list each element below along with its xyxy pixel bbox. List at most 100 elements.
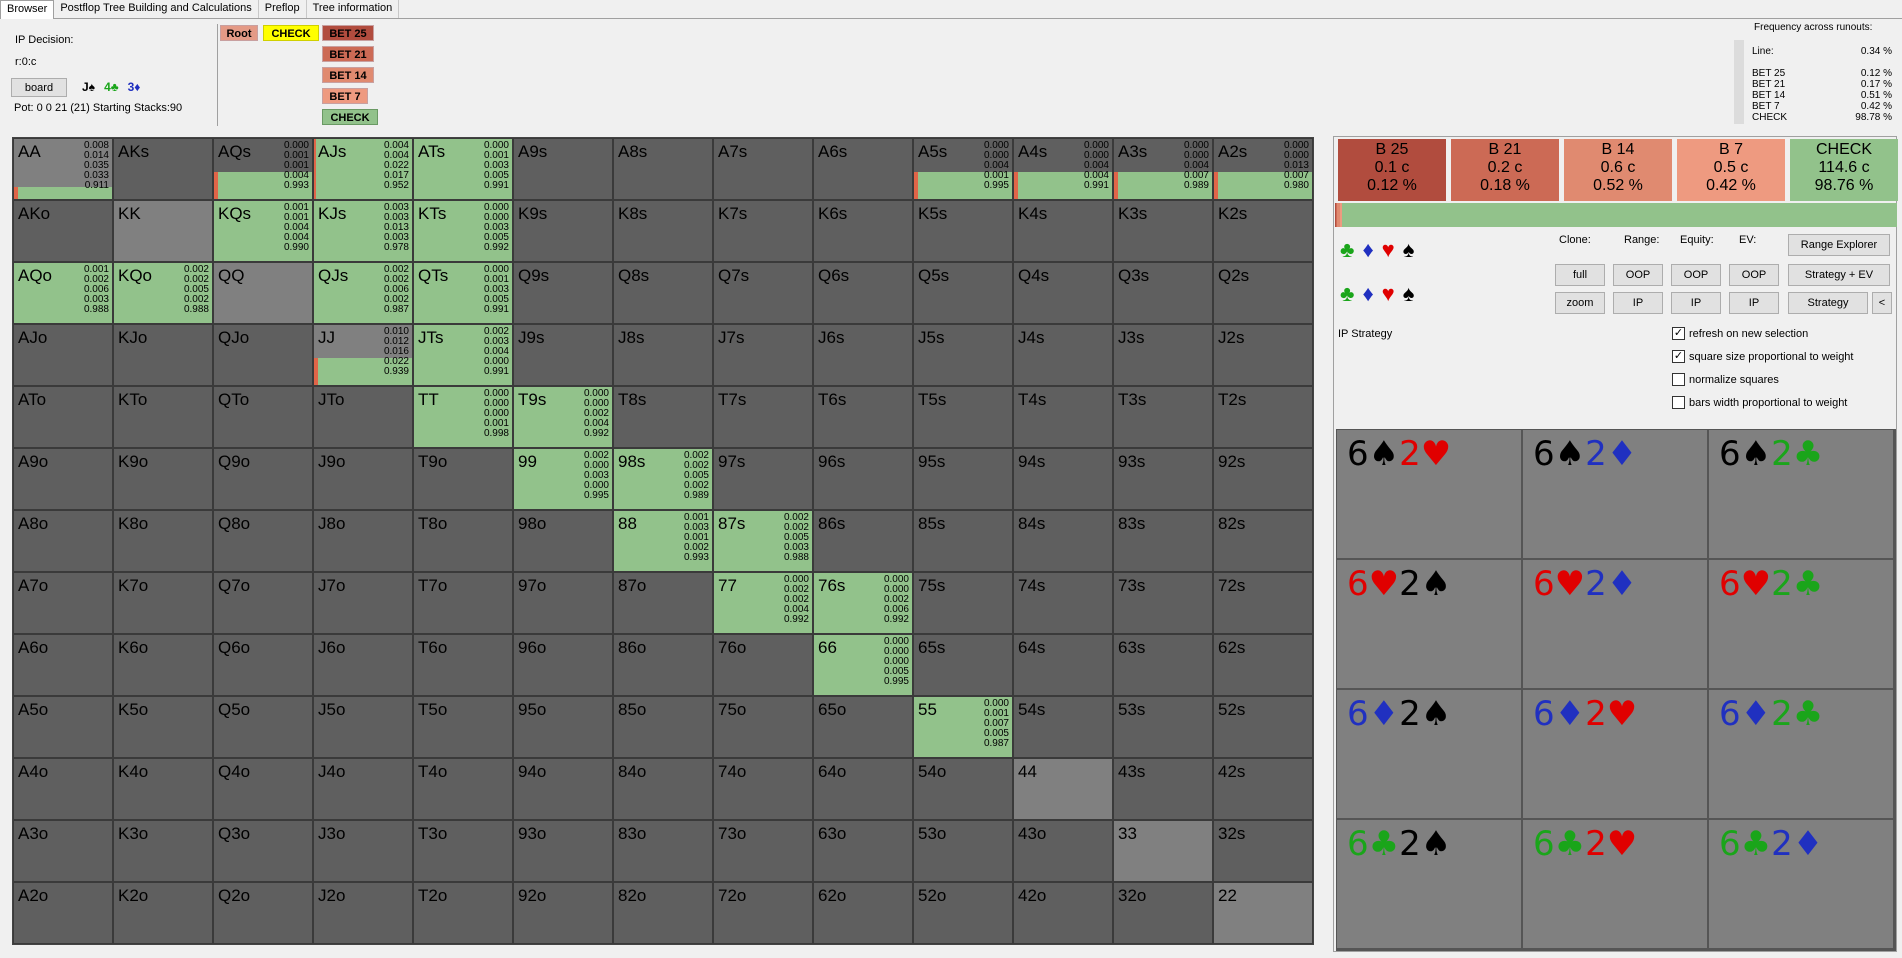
hand-cell[interactable]: KJo bbox=[113, 324, 213, 386]
hand-cell[interactable]: Q6s bbox=[813, 262, 913, 324]
normalize-checkbox[interactable]: normalize squares bbox=[1672, 373, 1779, 386]
tree-node-root[interactable]: Root bbox=[220, 25, 258, 41]
hand-cell[interactable]: 65s bbox=[913, 634, 1013, 696]
hand-cell[interactable]: 62s bbox=[1213, 634, 1313, 696]
tab-tree-information[interactable]: Tree information bbox=[307, 0, 400, 18]
tree-node-check[interactable]: CHECK bbox=[263, 25, 319, 41]
hand-cell[interactable]: K5o bbox=[113, 696, 213, 758]
hand-cell[interactable]: K3o bbox=[113, 820, 213, 882]
heart-icon[interactable]: ♥ bbox=[1382, 237, 1395, 263]
hand-cell[interactable]: 63o bbox=[813, 820, 913, 882]
hand-cell[interactable]: AQs 0.000 0.001 0.001 0.004 0.993 bbox=[213, 138, 313, 200]
hand-cell[interactable]: 86o bbox=[613, 634, 713, 696]
refresh-checkbox[interactable]: ✓ refresh on new selection bbox=[1672, 327, 1808, 340]
ev-oop-button[interactable]: OOP bbox=[1729, 264, 1779, 286]
action-box-bet-7[interactable]: B 7 0.5 c 0.42 % bbox=[1677, 139, 1785, 201]
checkbox-checked[interactable]: ✓ bbox=[1672, 350, 1685, 363]
hand-cell[interactable]: 85s bbox=[913, 510, 1013, 572]
hand-cell[interactable]: K9s bbox=[513, 200, 613, 262]
hand-cell[interactable]: T5o bbox=[413, 696, 513, 758]
action-box-bet-21[interactable]: B 21 0.2 c 0.18 % bbox=[1451, 139, 1559, 201]
hand-cell[interactable]: KTo bbox=[113, 386, 213, 448]
hand-cell[interactable]: T5s bbox=[913, 386, 1013, 448]
hand-cell[interactable]: J4s bbox=[1013, 324, 1113, 386]
hand-cell[interactable]: A6s bbox=[813, 138, 913, 200]
clone-full-button[interactable]: full bbox=[1555, 264, 1605, 286]
hand-cell[interactable]: A6o bbox=[13, 634, 113, 696]
ev-ip-button[interactable]: IP bbox=[1729, 292, 1779, 314]
hand-cell[interactable]: 75o bbox=[713, 696, 813, 758]
hand-cell[interactable]: 73o bbox=[713, 820, 813, 882]
tree-node-bet-21[interactable]: BET 21 bbox=[322, 46, 374, 62]
hand-cell[interactable]: 73s bbox=[1113, 572, 1213, 634]
hand-cell[interactable]: TT 0.000 0.000 0.000 0.001 0.998 bbox=[413, 386, 513, 448]
hand-cell[interactable]: AQo 0.001 0.002 0.006 0.003 0.988 bbox=[13, 262, 113, 324]
hand-cell[interactable]: J5s bbox=[913, 324, 1013, 386]
hand-cell[interactable]: Q9o bbox=[213, 448, 313, 510]
spade-icon[interactable]: ♠ bbox=[1403, 281, 1415, 307]
hand-cell[interactable]: T8o bbox=[413, 510, 513, 572]
checkbox-unchecked[interactable] bbox=[1672, 373, 1685, 386]
hand-cell[interactable]: K4s bbox=[1013, 200, 1113, 262]
hand-cell[interactable]: J5o bbox=[313, 696, 413, 758]
combo-cell[interactable]: 6♦2♠ bbox=[1336, 689, 1522, 819]
hand-cell[interactable]: 83o bbox=[613, 820, 713, 882]
hand-cell[interactable]: QJs 0.002 0.002 0.006 0.002 0.987 bbox=[313, 262, 413, 324]
hand-cell[interactable]: A5o bbox=[13, 696, 113, 758]
hand-cell[interactable]: J8o bbox=[313, 510, 413, 572]
hand-cell[interactable]: J2s bbox=[1213, 324, 1313, 386]
hand-cell[interactable]: AJs 0.004 0.004 0.022 0.017 0.952 bbox=[313, 138, 413, 200]
hand-cell[interactable]: K4o bbox=[113, 758, 213, 820]
hand-cell[interactable]: 87o bbox=[613, 572, 713, 634]
hand-cell[interactable]: KK bbox=[113, 200, 213, 262]
hand-cell[interactable]: 64o bbox=[813, 758, 913, 820]
hand-cell[interactable]: 64s bbox=[1013, 634, 1113, 696]
hand-cell[interactable]: Q7s bbox=[713, 262, 813, 324]
hand-cell[interactable]: 95s bbox=[913, 448, 1013, 510]
hand-cell[interactable]: J9s bbox=[513, 324, 613, 386]
hand-cell[interactable]: K8o bbox=[113, 510, 213, 572]
combo-cell[interactable]: 6♣2♦ bbox=[1708, 819, 1894, 949]
hand-cell[interactable]: KQo 0.002 0.002 0.005 0.002 0.988 bbox=[113, 262, 213, 324]
hand-cell[interactable]: T4s bbox=[1013, 386, 1113, 448]
hand-cell[interactable]: 32o bbox=[1113, 882, 1213, 944]
hand-cell[interactable]: A2s 0.000 0.000 0.013 0.007 0.980 bbox=[1213, 138, 1313, 200]
action-box-bet-14[interactable]: B 14 0.6 c 0.52 % bbox=[1564, 139, 1672, 201]
hand-cell[interactable]: T3o bbox=[413, 820, 513, 882]
bars-width-checkbox[interactable]: bars width proportional to weight bbox=[1672, 396, 1847, 409]
hand-cell[interactable]: K3s bbox=[1113, 200, 1213, 262]
combo-cell[interactable]: 6♣2♠ bbox=[1336, 819, 1522, 949]
hand-cell[interactable]: A3o bbox=[13, 820, 113, 882]
hand-cell[interactable]: A8o bbox=[13, 510, 113, 572]
combo-cell[interactable]: 6♦2♥ bbox=[1522, 689, 1708, 819]
hand-cell[interactable]: 87s 0.002 0.002 0.005 0.003 0.988 bbox=[713, 510, 813, 572]
range-explorer-button[interactable]: Range Explorer bbox=[1788, 234, 1890, 256]
hand-cell[interactable]: J2o bbox=[313, 882, 413, 944]
tree-node-bet-14[interactable]: BET 14 bbox=[322, 67, 374, 83]
hand-cell[interactable]: T9s 0.000 0.000 0.002 0.004 0.992 bbox=[513, 386, 613, 448]
hand-cell[interactable]: 62o bbox=[813, 882, 913, 944]
hand-cell[interactable]: 75s bbox=[913, 572, 1013, 634]
hand-cell[interactable]: QTs 0.000 0.001 0.003 0.005 0.991 bbox=[413, 262, 513, 324]
hand-cell[interactable]: 72s bbox=[1213, 572, 1313, 634]
hand-cell[interactable]: A5s 0.000 0.000 0.004 0.001 0.995 bbox=[913, 138, 1013, 200]
hand-cell[interactable]: KQs 0.001 0.001 0.004 0.004 0.990 bbox=[213, 200, 313, 262]
hand-cell[interactable]: 53s bbox=[1113, 696, 1213, 758]
hand-cell[interactable]: 77 0.000 0.002 0.002 0.004 0.992 bbox=[713, 572, 813, 634]
hand-cell[interactable]: 93s bbox=[1113, 448, 1213, 510]
hand-cell[interactable]: T8s bbox=[613, 386, 713, 448]
hand-cell[interactable]: 88 0.001 0.003 0.001 0.002 0.993 bbox=[613, 510, 713, 572]
clone-zoom-button[interactable]: zoom bbox=[1555, 292, 1605, 314]
hand-cell[interactable]: A9o bbox=[13, 448, 113, 510]
board-button[interactable]: board bbox=[11, 78, 67, 97]
hand-cell[interactable]: Q5o bbox=[213, 696, 313, 758]
spade-icon[interactable]: ♠ bbox=[1403, 237, 1415, 263]
tab-browser[interactable]: Browser bbox=[0, 0, 55, 19]
hand-cell[interactable]: T9o bbox=[413, 448, 513, 510]
back-button[interactable]: < bbox=[1872, 292, 1892, 314]
hand-cell[interactable]: AA 0.008 0.014 0.035 0.033 0.911 bbox=[13, 138, 113, 200]
hand-cell[interactable]: JTo bbox=[313, 386, 413, 448]
hand-cell[interactable]: ATs 0.000 0.001 0.003 0.005 0.991 bbox=[413, 138, 513, 200]
hand-cell[interactable]: K7o bbox=[113, 572, 213, 634]
hand-cell[interactable]: 33 bbox=[1113, 820, 1213, 882]
